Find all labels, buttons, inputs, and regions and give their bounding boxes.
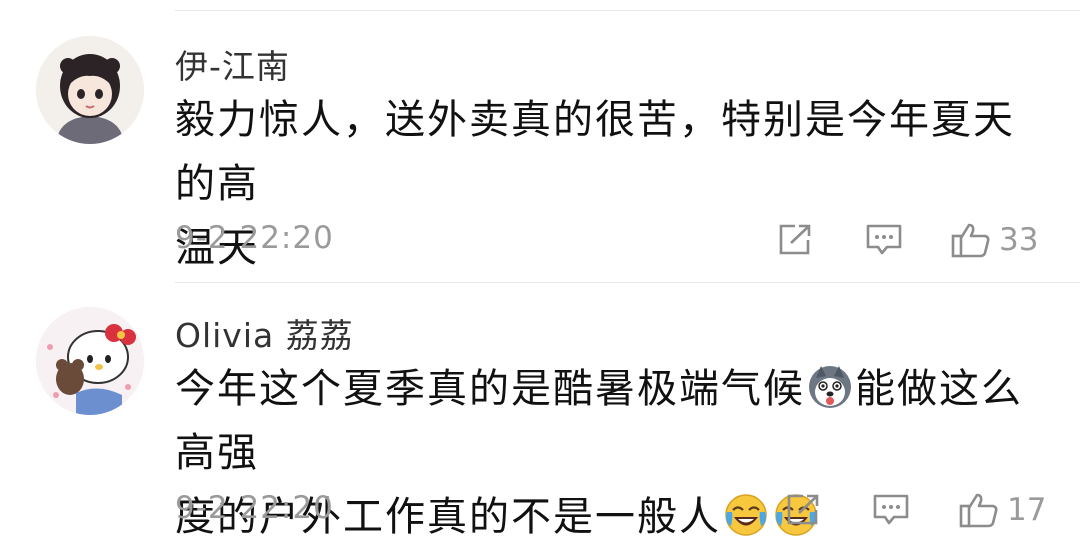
timestamp: 9-2 22:20 (175, 490, 334, 526)
timestamp: 9-2 22:20 (175, 220, 334, 256)
comment-text-line: 毅力惊人，送外卖真的很苦，特别是今年夏天的高 (175, 97, 1015, 207)
avatar[interactable] (36, 36, 144, 144)
like-button[interactable]: 17 (959, 490, 1046, 530)
share-icon (779, 224, 811, 255)
husky-emoji-icon (809, 366, 851, 408)
reply-button[interactable] (865, 220, 903, 260)
share-icon (787, 494, 819, 525)
share-button[interactable] (785, 490, 821, 530)
avatar[interactable] (36, 307, 144, 415)
comment-text-line: 今年这个夏季真的是酷暑极端气候 能做这么高强 (175, 357, 1055, 485)
comment-item: Olivia 荔荔 今年这个夏季真的是酷暑极端气候 能做这么高强 度的户外工作真… (0, 283, 1080, 540)
thumbs-up-icon (959, 493, 998, 528)
thumbs-up-icon (951, 223, 990, 258)
reply-icon (866, 224, 902, 255)
like-count: 17 (1007, 492, 1047, 528)
username[interactable]: 伊-江南 (175, 40, 290, 88)
like-count: 33 (999, 222, 1039, 258)
comment-text-segment: 今年这个夏季真的是酷暑极端气候 (175, 366, 805, 412)
comment-meta: 9-2 22:20 17 (175, 490, 1046, 530)
share-button[interactable] (777, 220, 813, 260)
reply-icon (873, 494, 909, 525)
username[interactable]: Olivia 荔荔 (175, 309, 354, 357)
comment-item: 伊-江南 毅力惊人，送外卖真的很苦，特别是今年夏天的高 温天 9-2 22:20 (0, 0, 1080, 282)
comment-meta: 9-2 22:20 33 (175, 220, 1044, 260)
reply-button[interactable] (872, 490, 910, 530)
like-button[interactable]: 33 (951, 220, 1038, 260)
